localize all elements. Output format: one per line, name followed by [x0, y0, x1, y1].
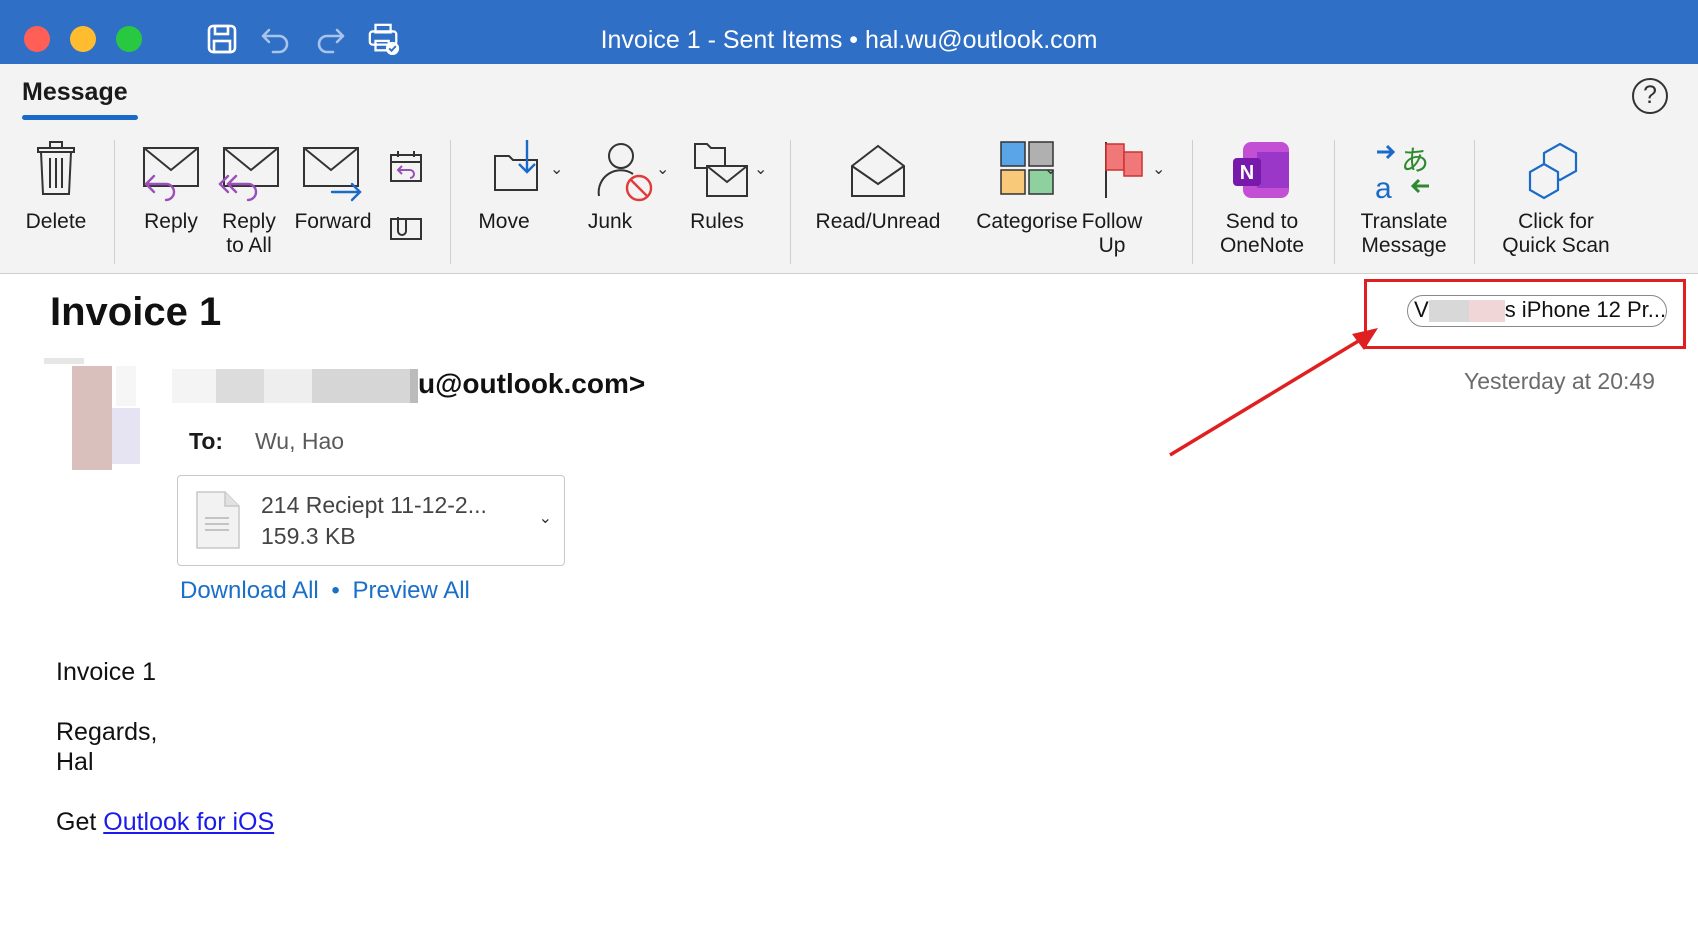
svg-text:a: a: [1375, 172, 1392, 202]
reply-all-label-2: to All: [226, 234, 272, 257]
forward-icon: [303, 147, 362, 202]
annotation-highlight-box: [1364, 279, 1686, 349]
meeting-reply-icon[interactable]: [388, 150, 424, 184]
svg-text:N: N: [1240, 162, 1254, 184]
categorise-button[interactable]: Categorise ⌄: [958, 140, 1096, 233]
document-file-icon: [196, 491, 240, 549]
annotation-arrow: [1169, 328, 1378, 457]
forward-attachment-icon[interactable]: [388, 213, 424, 241]
tab-active-indicator: [22, 115, 138, 120]
ribbon-separator: [790, 140, 791, 264]
to-recipient[interactable]: Wu, Hao: [255, 428, 344, 455]
body-signature: Get Outlook for iOS: [56, 808, 274, 837]
body-line: Invoice 1: [56, 658, 157, 686]
onenote-label-2: OneNote: [1219, 234, 1305, 257]
quick-scan-button[interactable]: Click for Quick Scan: [1494, 140, 1618, 257]
delete-button[interactable]: Delete: [18, 140, 94, 233]
reply-label: Reply: [144, 210, 198, 233]
tab-message[interactable]: Message: [22, 78, 128, 107]
read-unread-label: Read/Unread: [815, 210, 941, 233]
ribbon-separator: [1334, 140, 1335, 264]
forward-button[interactable]: Forward: [294, 146, 372, 233]
translate-label-1: Translate: [1360, 210, 1448, 233]
redacted-block: [410, 368, 418, 403]
sender-avatar: [44, 358, 140, 470]
window-title: Invoice 1 - Sent Items • hal.wu@outlook.…: [600, 26, 1098, 54]
attachment-actions: Download All • Preview All: [180, 577, 470, 605]
follow-up-button[interactable]: Follow Up ⌄: [1080, 140, 1168, 257]
title-bar: Invoice 1 - Sent Items • hal.wu@outlook.…: [0, 0, 1698, 64]
reply-button[interactable]: Reply: [138, 146, 204, 233]
move-label: Move: [478, 210, 530, 233]
ribbon-separator: [1192, 140, 1193, 264]
download-all-link[interactable]: Download All: [180, 577, 319, 604]
preview-all-link[interactable]: Preview All: [353, 577, 470, 604]
help-button[interactable]: ?: [1632, 78, 1668, 114]
message-date: Yesterday at 20:49: [1464, 368, 1655, 394]
translate-message-button[interactable]: あ a Translate Message: [1350, 140, 1458, 257]
send-to-onenote-button[interactable]: N Send to OneNote: [1208, 140, 1316, 257]
follow-up-label-1: Follow: [1081, 210, 1143, 233]
separator-dot: •: [331, 577, 340, 604]
translate-icon: あ a: [1375, 144, 1429, 202]
message-subject: Invoice 1: [50, 290, 222, 334]
reply-all-icon: [218, 147, 279, 202]
follow-up-label-2: Up: [1098, 234, 1126, 257]
outlook-for-ios-link[interactable]: Outlook for iOS: [103, 808, 274, 836]
ribbon-separator: [450, 140, 451, 264]
junk-label: Junk: [587, 210, 633, 233]
move-dropdown-chevron-icon[interactable]: ⌄: [550, 158, 563, 182]
body-line: Regards,: [56, 718, 158, 746]
rules-dropdown-chevron-icon[interactable]: ⌄: [754, 158, 767, 182]
junk-person-blocked-icon: [597, 143, 653, 202]
reply-icon: [143, 147, 199, 202]
follow-up-dropdown-chevron-icon[interactable]: ⌄: [1152, 158, 1165, 182]
ribbon-separator: [1474, 140, 1475, 264]
attachment-card[interactable]: 214 Reciept 11-12-2... 159.3 KB ⌄: [177, 475, 565, 566]
sender-address: u@outlook.com>: [172, 368, 645, 403]
onenote-icon: N: [1233, 142, 1289, 198]
translate-label-2: Message: [1361, 234, 1447, 257]
to-label: To:: [189, 428, 224, 454]
signature-prefix: Get: [56, 808, 104, 836]
quick-scan-label-2: Quick Scan: [1502, 234, 1610, 257]
sender-address-suffix: u@outlook.com>: [418, 368, 646, 399]
move-button[interactable]: Move ⌄: [472, 138, 566, 233]
attachment-name: 214 Reciept 11-12-2...: [261, 492, 487, 518]
open-envelope-icon: [851, 144, 905, 197]
redacted-block: [216, 368, 264, 403]
redacted-block: [172, 368, 216, 403]
delete-label: Delete: [25, 210, 87, 233]
read-unread-button[interactable]: Read/Unread: [808, 142, 948, 233]
quick-scan-label-1: Click for: [1518, 210, 1594, 233]
redacted-block: [264, 368, 312, 403]
forward-label: Forward: [294, 210, 372, 233]
svg-text:あ: あ: [1401, 144, 1429, 177]
attachment-menu-chevron-icon[interactable]: ⌄: [539, 508, 552, 528]
junk-dropdown-chevron-icon[interactable]: ⌄: [656, 158, 669, 182]
ribbon-separator: [114, 140, 115, 264]
trash-icon: [37, 141, 75, 195]
rules-button[interactable]: Rules ⌄: [676, 138, 770, 233]
flag-icon: [1105, 142, 1143, 198]
move-folder-icon: [494, 140, 538, 191]
body-line: Hal: [56, 748, 94, 776]
reply-all-button[interactable]: Reply to All: [216, 146, 282, 257]
rules-label: Rules: [690, 210, 744, 233]
onenote-label-1: Send to: [1225, 210, 1299, 233]
attachment-size: 159.3 KB: [261, 523, 356, 549]
junk-button[interactable]: Junk ⌄: [578, 138, 672, 233]
redacted-block: [312, 368, 410, 403]
quick-scan-hexagon-icon: [1528, 142, 1578, 200]
categorise-dropdown-chevron-icon[interactable]: ⌄: [1044, 158, 1057, 182]
rules-icon: [694, 143, 748, 197]
reply-all-label-1: Reply: [222, 210, 276, 233]
